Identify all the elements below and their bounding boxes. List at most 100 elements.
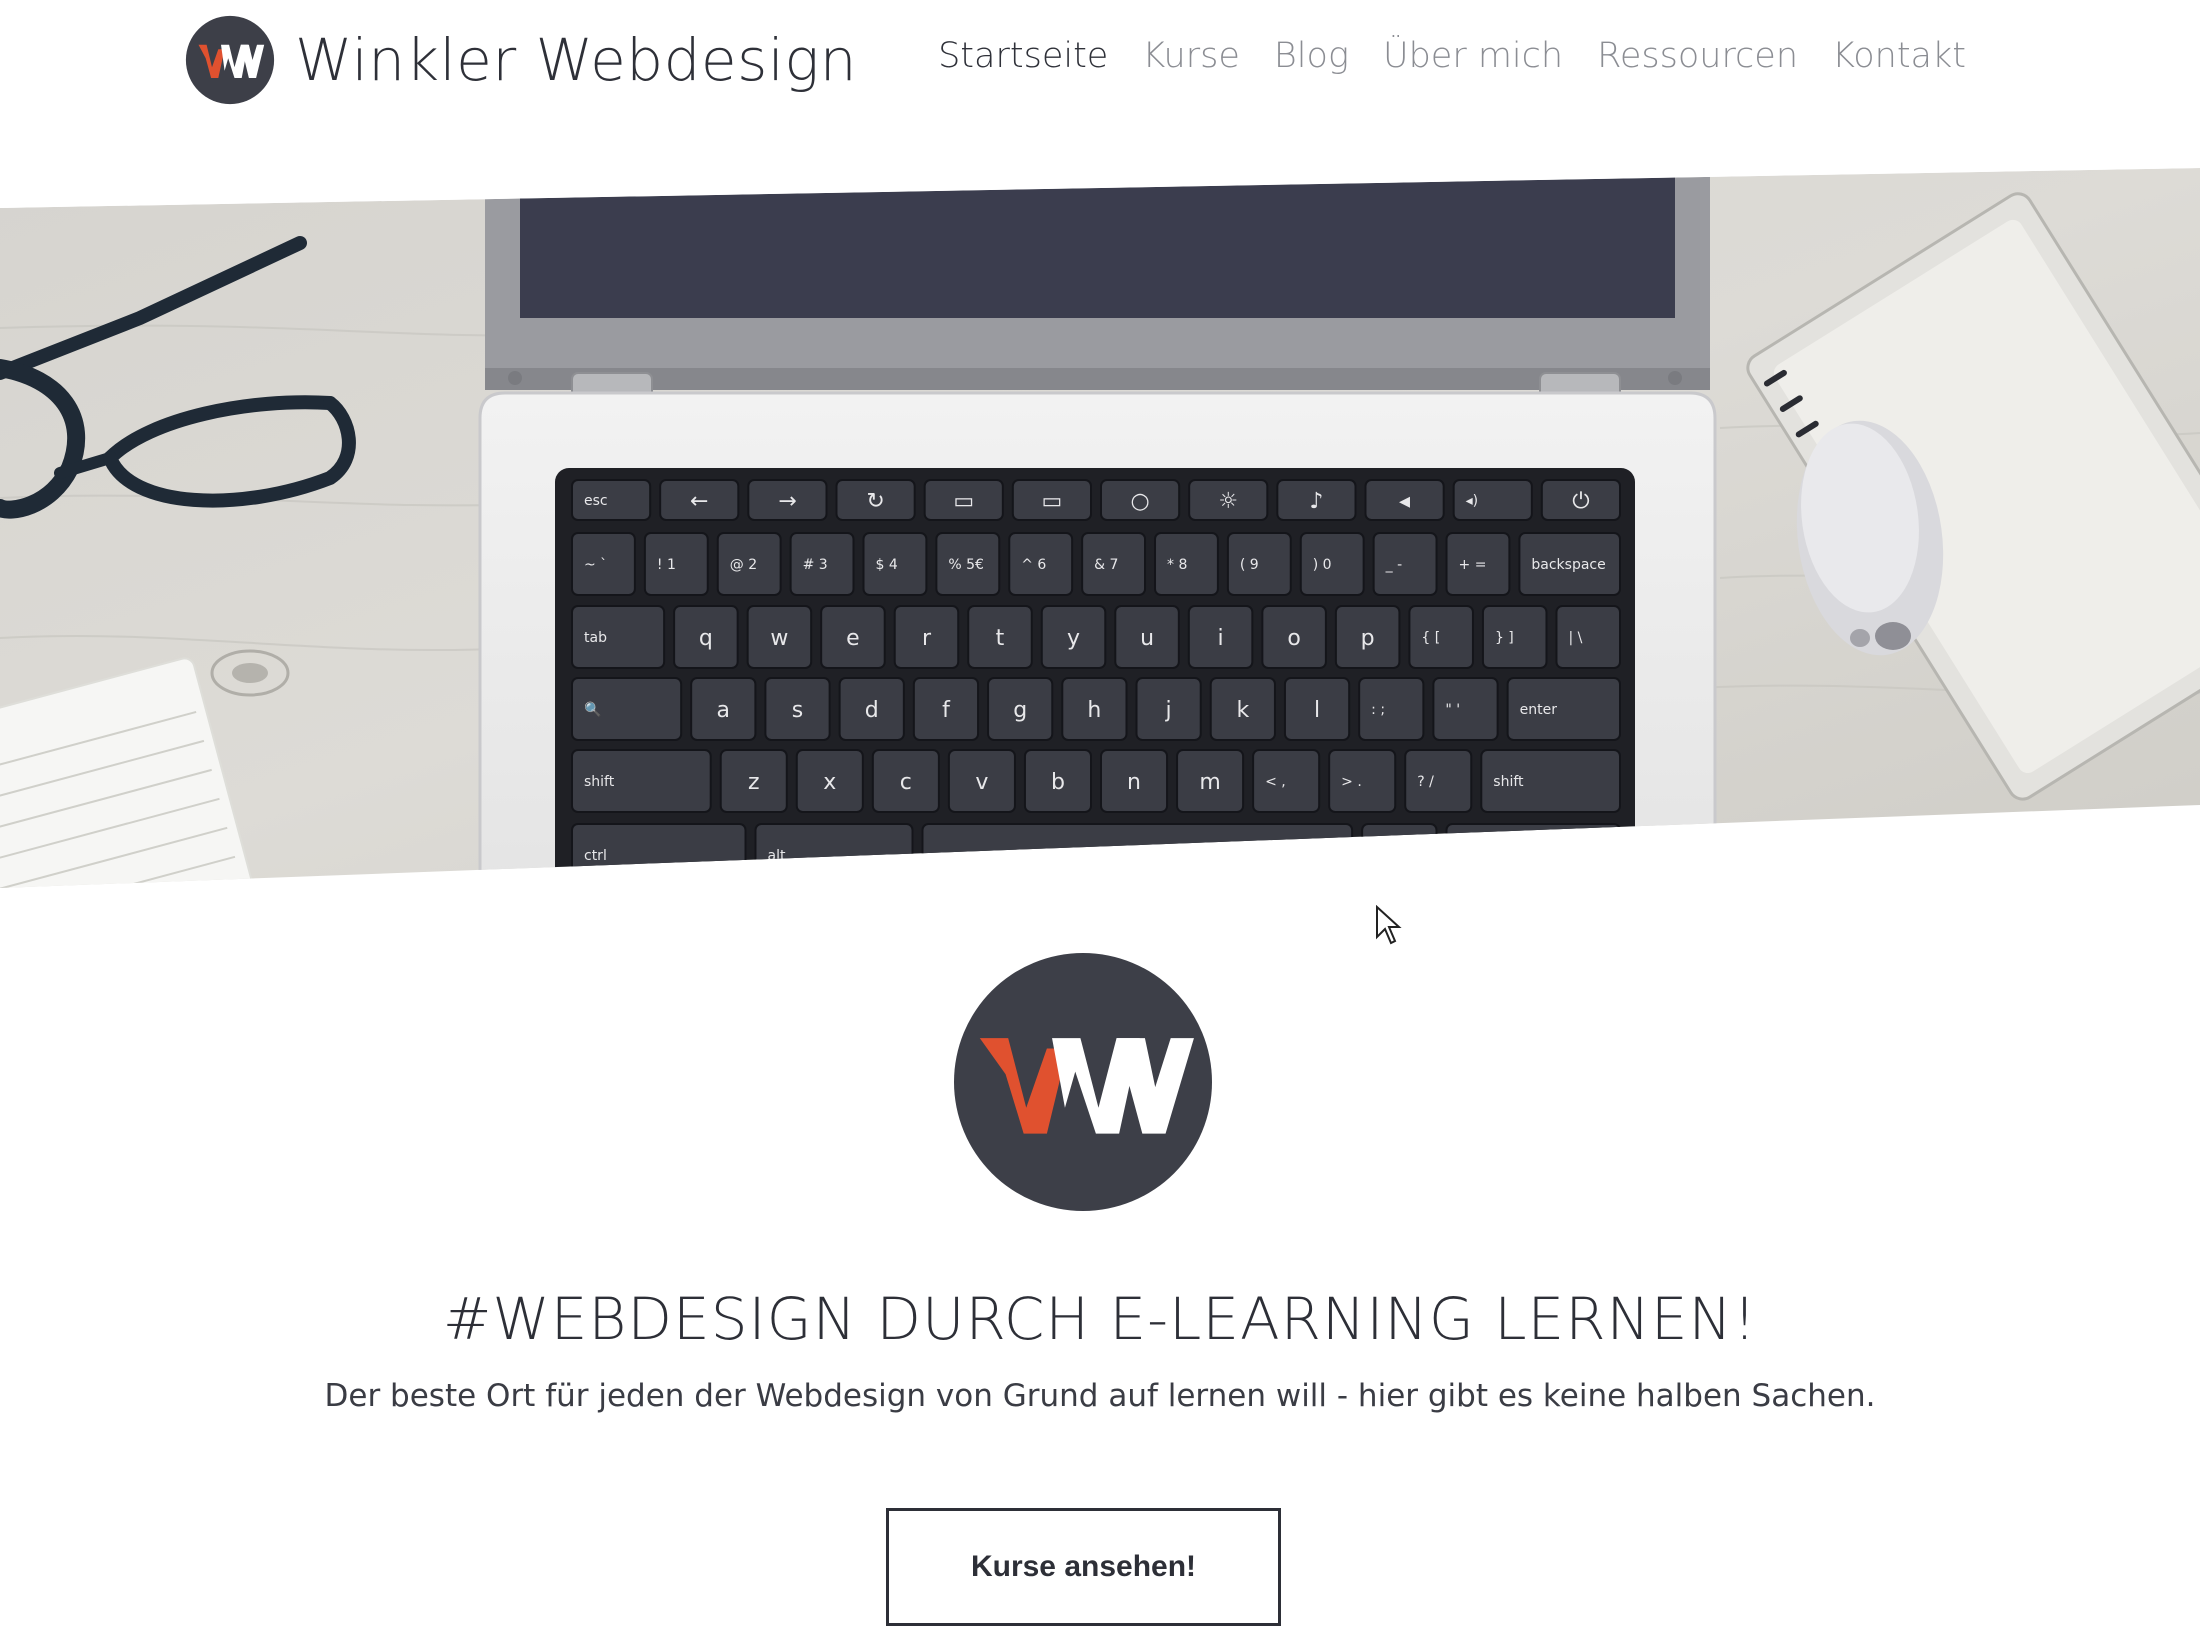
keyboard-keys: esc ← → ↻ ▭ ▭ ○ ☼ ♪ ◂ ◂) ⏻~ `! 1 @ 2 # 3 $ 4% 5€ ^ 6 & 7… — [571, 479, 1622, 887]
keyboard-key-label: x — [823, 770, 836, 795]
keyboard-key-label: c — [900, 770, 912, 795]
keyboard-key-label: v — [975, 770, 988, 795]
ww-logo-large-icon — [954, 953, 1212, 1211]
keyboard-key-label: > . — [1341, 774, 1362, 790]
keyboard-key — [1445, 823, 1622, 887]
keyboard-key-label: ☼ — [1218, 489, 1238, 514]
keyboard-key — [1372, 532, 1438, 596]
keyboard-key-label: alt — [768, 848, 786, 864]
keyboard-key-label: ^ 6 — [1021, 557, 1046, 573]
keyboard-key-label: ~ ` — [584, 557, 607, 573]
keyboard-key-label: } ] — [1495, 630, 1514, 646]
keyboard-key-label: d — [865, 698, 879, 723]
keyboard-key-label: shift — [1493, 774, 1524, 790]
keyboard-key-label: g — [1013, 698, 1027, 723]
keyboard-key-label: u — [1140, 626, 1154, 651]
keyboard-key-label: ctrl — [1458, 848, 1481, 864]
keyboard-key-label: e — [846, 626, 860, 651]
keyboard-key-label: tab — [584, 630, 607, 646]
keyboard-key-label: { [ — [1421, 630, 1440, 646]
keyboard-key-label: + = — [1459, 557, 1487, 573]
keyboard-key-label: | \ — [1568, 630, 1582, 646]
keyboard-key — [1481, 605, 1548, 669]
keyboard-key — [1328, 749, 1397, 813]
keyboard-key — [1226, 532, 1292, 596]
keyboard-key — [921, 823, 1354, 887]
hero-banner: esc ← → ↻ ▭ ▭ ○ ☼ ♪ ◂ ◂) ⏻ ~ `! 1 @ 2 # 3 $ 4% 5€ ^ 6 & 7… — [0, 168, 2200, 893]
keyboard-key-label: ↻ — [866, 489, 884, 514]
nav-item-kontakt[interactable]: Kontakt — [1832, 36, 1966, 76]
keyboard-key-label: ! 1 — [657, 557, 676, 573]
keyboard-key-label: f — [942, 698, 951, 723]
keyboard-key-label: ← — [690, 489, 708, 514]
keyboard-key-label: t — [996, 626, 1005, 651]
keyboard-key-label: _ - — [1385, 557, 1403, 573]
keyboard-key-label: s — [792, 698, 803, 723]
keyboard-key — [1555, 605, 1621, 669]
keyboard-key-label: p — [1361, 626, 1375, 651]
keyboard-key-label: k — [1236, 698, 1249, 723]
keyboard-key-label: w — [770, 626, 788, 651]
nav-item-kurse[interactable]: Kurse — [1142, 36, 1240, 76]
keyboard-key-label: ⏻ — [1572, 489, 1589, 514]
keyboard-key-label: ? / — [1417, 774, 1434, 790]
keyboard-key-label: alt gr — [1374, 848, 1411, 864]
keyboard-key-label: ▭ — [953, 489, 974, 514]
keyboard-key-label: " ' — [1445, 702, 1460, 718]
keyboard-key-label: esc — [584, 493, 608, 509]
keyboard-key-label: ( 9 — [1240, 557, 1259, 573]
keyboard-key-label: < , — [1265, 774, 1286, 790]
mouse-cursor-icon — [1376, 905, 1402, 945]
keyboard-key — [1252, 749, 1321, 813]
keyboard-key-label: i — [1218, 626, 1224, 651]
brand-name: Winkler Webdesign — [295, 26, 857, 94]
ww-logo-icon — [185, 15, 275, 105]
keyboard-key-label: shift — [584, 774, 615, 790]
keyboard-key-label: $ 4 — [876, 557, 898, 573]
nav-item-blog[interactable]: Blog — [1274, 36, 1349, 76]
keyboard-key-label: j — [1165, 698, 1172, 723]
page-subline: Der beste Ort für jeden der Webdesign vo… — [324, 1378, 1876, 1414]
keyboard-key-label: ○ — [1130, 489, 1149, 514]
keyboard-key-label: % 5€ — [948, 557, 984, 573]
keyboard-key-label: z — [748, 770, 760, 795]
page-headline: #WEBDESIGN DURCH E-LEARNING LERNEN! — [442, 1285, 1758, 1353]
nav-item-ueber-mich[interactable]: Über mich — [1383, 36, 1563, 76]
brand-link[interactable]: Winkler Webdesign — [185, 14, 857, 106]
hero-desk-image: esc ← → ↻ ▭ ▭ ○ ☼ ♪ ◂ ◂) ⏻~ `! 1 @ 2 # 3 $ 4% 5€ ^ 6 & 7… — [0, 168, 2200, 888]
keyboard-key-label: 🔍 — [584, 700, 601, 718]
keyboard-key-label: → — [778, 489, 796, 514]
keyboard-key-label: backspace — [1531, 557, 1605, 573]
keyboard-key — [1361, 823, 1438, 887]
keyboard-key-label: y — [1067, 626, 1080, 651]
main-nav: Startseite Kurse Blog Über mich Ressourc… — [938, 36, 1966, 76]
keyboard-key-label: q — [699, 626, 713, 651]
keyboard-key-label: * 8 — [1167, 557, 1187, 573]
keyboard-key — [1299, 532, 1365, 596]
keyboard-key-label: ) 0 — [1313, 557, 1332, 573]
keyboard-key — [1408, 605, 1474, 669]
keyboard-key-label: @ 2 — [730, 557, 757, 573]
keyboard-key-label: h — [1087, 698, 1101, 723]
kurse-ansehen-button[interactable]: Kurse ansehen! — [886, 1508, 1281, 1626]
keyboard-key — [1404, 749, 1473, 813]
nav-item-ressourcen[interactable]: Ressourcen — [1597, 36, 1798, 76]
keyboard-key-label: a — [717, 698, 730, 723]
nav-item-startseite[interactable]: Startseite — [938, 36, 1108, 76]
keyboard-key — [1358, 677, 1425, 741]
keyboard-key-label: m — [1199, 770, 1220, 795]
site-header: Winkler Webdesign Startseite Kurse Blog … — [0, 0, 2200, 130]
keyboard-key-label: ◂ — [1399, 489, 1410, 514]
keyboard-key-label: ctrl — [584, 848, 607, 864]
keyboard-key-label: l — [1314, 698, 1320, 723]
keyboard-key-label: ◂) — [1466, 493, 1479, 509]
keyboard-key-label: enter — [1520, 702, 1558, 718]
keyboard-key-label: ♪ — [1309, 489, 1323, 514]
keyboard-key-label: n — [1127, 770, 1141, 795]
keyboard-key-label: : ; — [1371, 702, 1385, 718]
keyboard-key-label: b — [1051, 770, 1065, 795]
keyboard-key-label: o — [1287, 626, 1300, 651]
keyboard-key — [1432, 677, 1499, 741]
keyboard-key-label: & 7 — [1094, 557, 1118, 573]
keyboard-key-label: # 3 — [803, 557, 828, 573]
